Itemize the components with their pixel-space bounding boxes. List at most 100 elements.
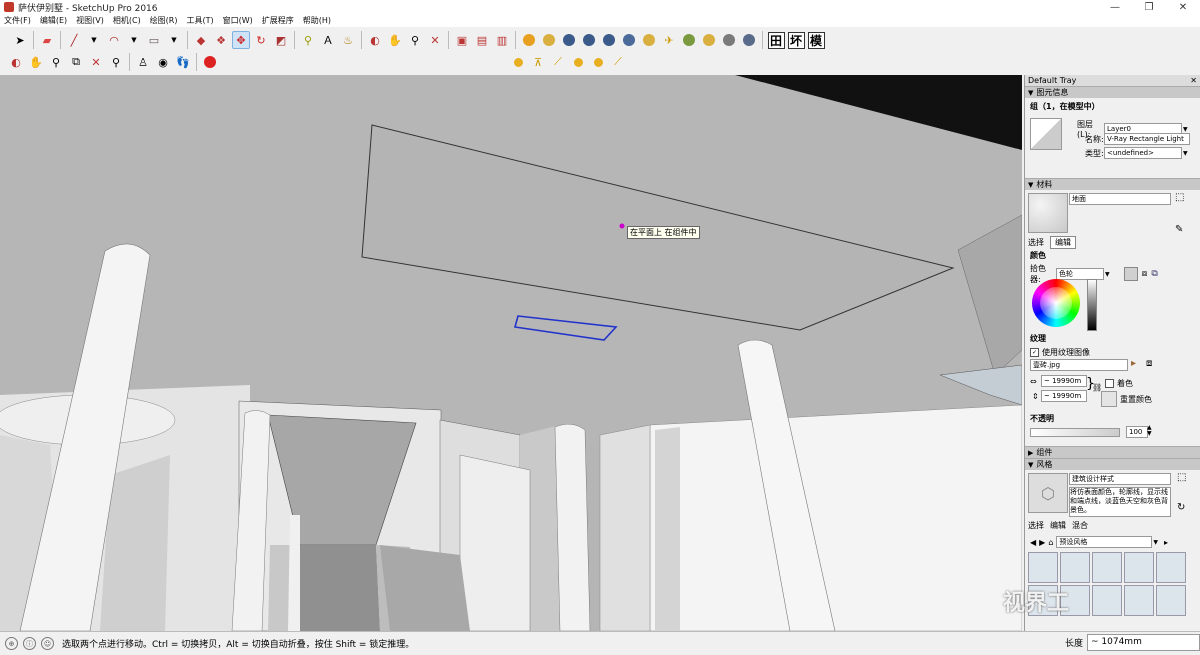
vray-frame-buffer-icon[interactable] bbox=[640, 31, 658, 49]
texture-height-field[interactable]: ~ 19990m bbox=[1041, 390, 1087, 402]
vray-options-icon[interactable] bbox=[540, 31, 558, 49]
arc-tool-icon[interactable]: ◠ bbox=[105, 31, 123, 49]
vray-rect-light-icon[interactable]: ⟋ bbox=[549, 53, 567, 71]
vray-rt-render-icon[interactable] bbox=[580, 31, 598, 49]
opacity-spinner-icon[interactable]: ▲ ▼ bbox=[1147, 425, 1152, 437]
colorize-checkbox[interactable] bbox=[1105, 379, 1114, 388]
close-button[interactable]: ✕ bbox=[1166, 0, 1200, 14]
extension-warehouse-icon[interactable]: ▤ bbox=[473, 31, 491, 49]
text-tool-icon[interactable]: Ａ bbox=[319, 31, 337, 49]
texture-file-field[interactable]: 壹砖.jpg bbox=[1030, 359, 1128, 371]
line-dropdown-icon[interactable]: ▼ bbox=[85, 31, 103, 49]
maximize-button[interactable]: ❐ bbox=[1132, 0, 1166, 14]
model-viewport[interactable]: 在平面上 在组件中 bbox=[0, 75, 1022, 631]
style-thumb[interactable] bbox=[1124, 552, 1154, 583]
texture-width-field[interactable]: ~ 19990m bbox=[1041, 375, 1087, 387]
vray-pause-icon[interactable] bbox=[740, 31, 758, 49]
menu-view[interactable]: 视图(V) bbox=[76, 15, 104, 26]
section-plane-icon[interactable] bbox=[201, 53, 219, 71]
tab-style-edit[interactable]: 编辑 bbox=[1050, 520, 1066, 531]
vray-render-icon[interactable] bbox=[560, 31, 578, 49]
type-dropdown-icon[interactable]: ▼ bbox=[1183, 150, 1188, 157]
style-name-field[interactable]: 建筑设计样式 bbox=[1069, 473, 1171, 485]
zoom-window-icon[interactable]: ⧉ bbox=[67, 53, 85, 71]
home-icon[interactable]: ⌂ bbox=[1048, 538, 1053, 547]
use-texture-checkbox[interactable]: ✓ bbox=[1030, 348, 1039, 357]
shape-dropdown-icon[interactable]: ▼ bbox=[165, 31, 183, 49]
warehouse-icon[interactable]: ▣ bbox=[453, 31, 471, 49]
eraser-tool-icon[interactable]: ▰ bbox=[38, 31, 56, 49]
move-tool-icon[interactable]: ✥ bbox=[232, 31, 250, 49]
previous-view-icon[interactable]: ⚲ bbox=[107, 53, 125, 71]
measure-value-field[interactable]: ~ 1074mm bbox=[1087, 634, 1200, 651]
style-thumb[interactable] bbox=[1060, 552, 1090, 583]
minimize-button[interactable]: — bbox=[1098, 0, 1132, 14]
arc-dropdown-icon[interactable]: ▼ bbox=[125, 31, 143, 49]
style-thumb[interactable] bbox=[1156, 552, 1186, 583]
collection-dropdown-icon[interactable]: ▼ bbox=[1153, 539, 1158, 546]
rectangle-tool-icon[interactable]: ▭ bbox=[145, 31, 163, 49]
material-name-field[interactable]: 地面 bbox=[1069, 193, 1171, 205]
select-tool-icon[interactable]: ➤ bbox=[11, 31, 29, 49]
scale-tool-icon[interactable]: ◩ bbox=[272, 31, 290, 49]
tab-material-edit[interactable]: 编辑 bbox=[1050, 236, 1076, 249]
menu-draw[interactable]: 绘图(R) bbox=[150, 15, 178, 26]
style-thumb[interactable] bbox=[1156, 585, 1186, 616]
plugin-mo-button[interactable]: 模 bbox=[807, 31, 825, 49]
plugin-huai-button[interactable]: 坏 bbox=[787, 31, 805, 49]
menu-file[interactable]: 文件(F) bbox=[4, 15, 31, 26]
opacity-slider[interactable] bbox=[1030, 428, 1120, 437]
style-thumb[interactable] bbox=[1028, 552, 1058, 583]
entity-info-panel-header[interactable]: ▼ 图元信息 bbox=[1025, 86, 1200, 98]
materials-panel-header[interactable]: ▼ 材料 bbox=[1025, 178, 1200, 190]
tab-style-mix[interactable]: 混合 bbox=[1072, 520, 1088, 531]
brightness-slider[interactable] bbox=[1087, 279, 1097, 331]
zoom-extents-tool-icon[interactable]: ✕ bbox=[426, 31, 444, 49]
plugin-tian-button[interactable]: 田 bbox=[767, 31, 785, 49]
walk-icon[interactable]: 👣 bbox=[174, 53, 192, 71]
update-style-icon[interactable]: ⬚ bbox=[1177, 472, 1186, 483]
tape-measure-tool-icon[interactable]: ⚲ bbox=[299, 31, 317, 49]
tray-close-icon[interactable]: ✕ bbox=[1190, 76, 1197, 85]
vray-sun-icon[interactable] bbox=[700, 31, 718, 49]
vray-camera-icon[interactable]: ✈ bbox=[660, 31, 678, 49]
vray-sphere-light-icon[interactable] bbox=[569, 53, 587, 71]
user-icon[interactable]: ☺ bbox=[41, 637, 54, 650]
match-model-icon[interactable]: ⧈ bbox=[1142, 269, 1148, 279]
styles-panel-header[interactable]: ▼ 风格 bbox=[1025, 458, 1200, 470]
vray-sphere-icon[interactable] bbox=[720, 31, 738, 49]
rotate-tool-icon[interactable]: ↻ bbox=[252, 31, 270, 49]
menu-camera[interactable]: 相机(C) bbox=[113, 15, 141, 26]
zoom-icon[interactable]: ⚲ bbox=[47, 53, 65, 71]
edit-texture-icon[interactable]: ⧈ bbox=[1146, 358, 1152, 369]
style-thumb[interactable] bbox=[1092, 552, 1122, 583]
position-camera-icon[interactable]: ♙ bbox=[134, 53, 152, 71]
vray-material-icon[interactable] bbox=[520, 31, 538, 49]
style-thumb[interactable] bbox=[1124, 585, 1154, 616]
refresh-style-icon[interactable]: ↻ bbox=[1177, 502, 1185, 513]
details-icon[interactable]: ▸ bbox=[1164, 538, 1168, 547]
vray-proxy-icon[interactable] bbox=[680, 31, 698, 49]
menu-edit[interactable]: 编辑(E) bbox=[40, 15, 67, 26]
pan-tool-icon[interactable]: ✋ bbox=[386, 31, 404, 49]
menu-extensions[interactable]: 扩展程序 bbox=[262, 15, 294, 26]
credits-icon[interactable]: ⓘ bbox=[23, 637, 36, 650]
style-thumb[interactable] bbox=[1092, 585, 1122, 616]
offset-tool-icon[interactable]: ❖ bbox=[212, 31, 230, 49]
components-panel-header[interactable]: ▶ 组件 bbox=[1025, 446, 1200, 458]
reset-color-swatch[interactable] bbox=[1101, 391, 1117, 407]
name-field[interactable]: V-Ray Rectangle Light bbox=[1104, 133, 1190, 145]
sample-paint-icon[interactable]: ✎ bbox=[1175, 224, 1183, 235]
zoom-tool-icon[interactable]: ⚲ bbox=[406, 31, 424, 49]
orbit-icon[interactable]: ◐ bbox=[7, 53, 25, 71]
vray-mesh-light-icon[interactable]: ⟋ bbox=[609, 53, 627, 71]
pan-icon[interactable]: ✋ bbox=[27, 53, 45, 71]
vray-omni-light-icon[interactable] bbox=[509, 53, 527, 71]
vray-batch-render-icon[interactable] bbox=[600, 31, 618, 49]
back-arrow-icon[interactable]: ◀ bbox=[1030, 538, 1036, 547]
menu-window[interactable]: 窗口(W) bbox=[223, 15, 253, 26]
zoom-extents-icon[interactable]: ✕ bbox=[87, 53, 105, 71]
line-tool-icon[interactable]: ╱ bbox=[65, 31, 83, 49]
opacity-field[interactable]: 100 bbox=[1126, 426, 1148, 438]
menu-help[interactable]: 帮助(H) bbox=[303, 15, 331, 26]
